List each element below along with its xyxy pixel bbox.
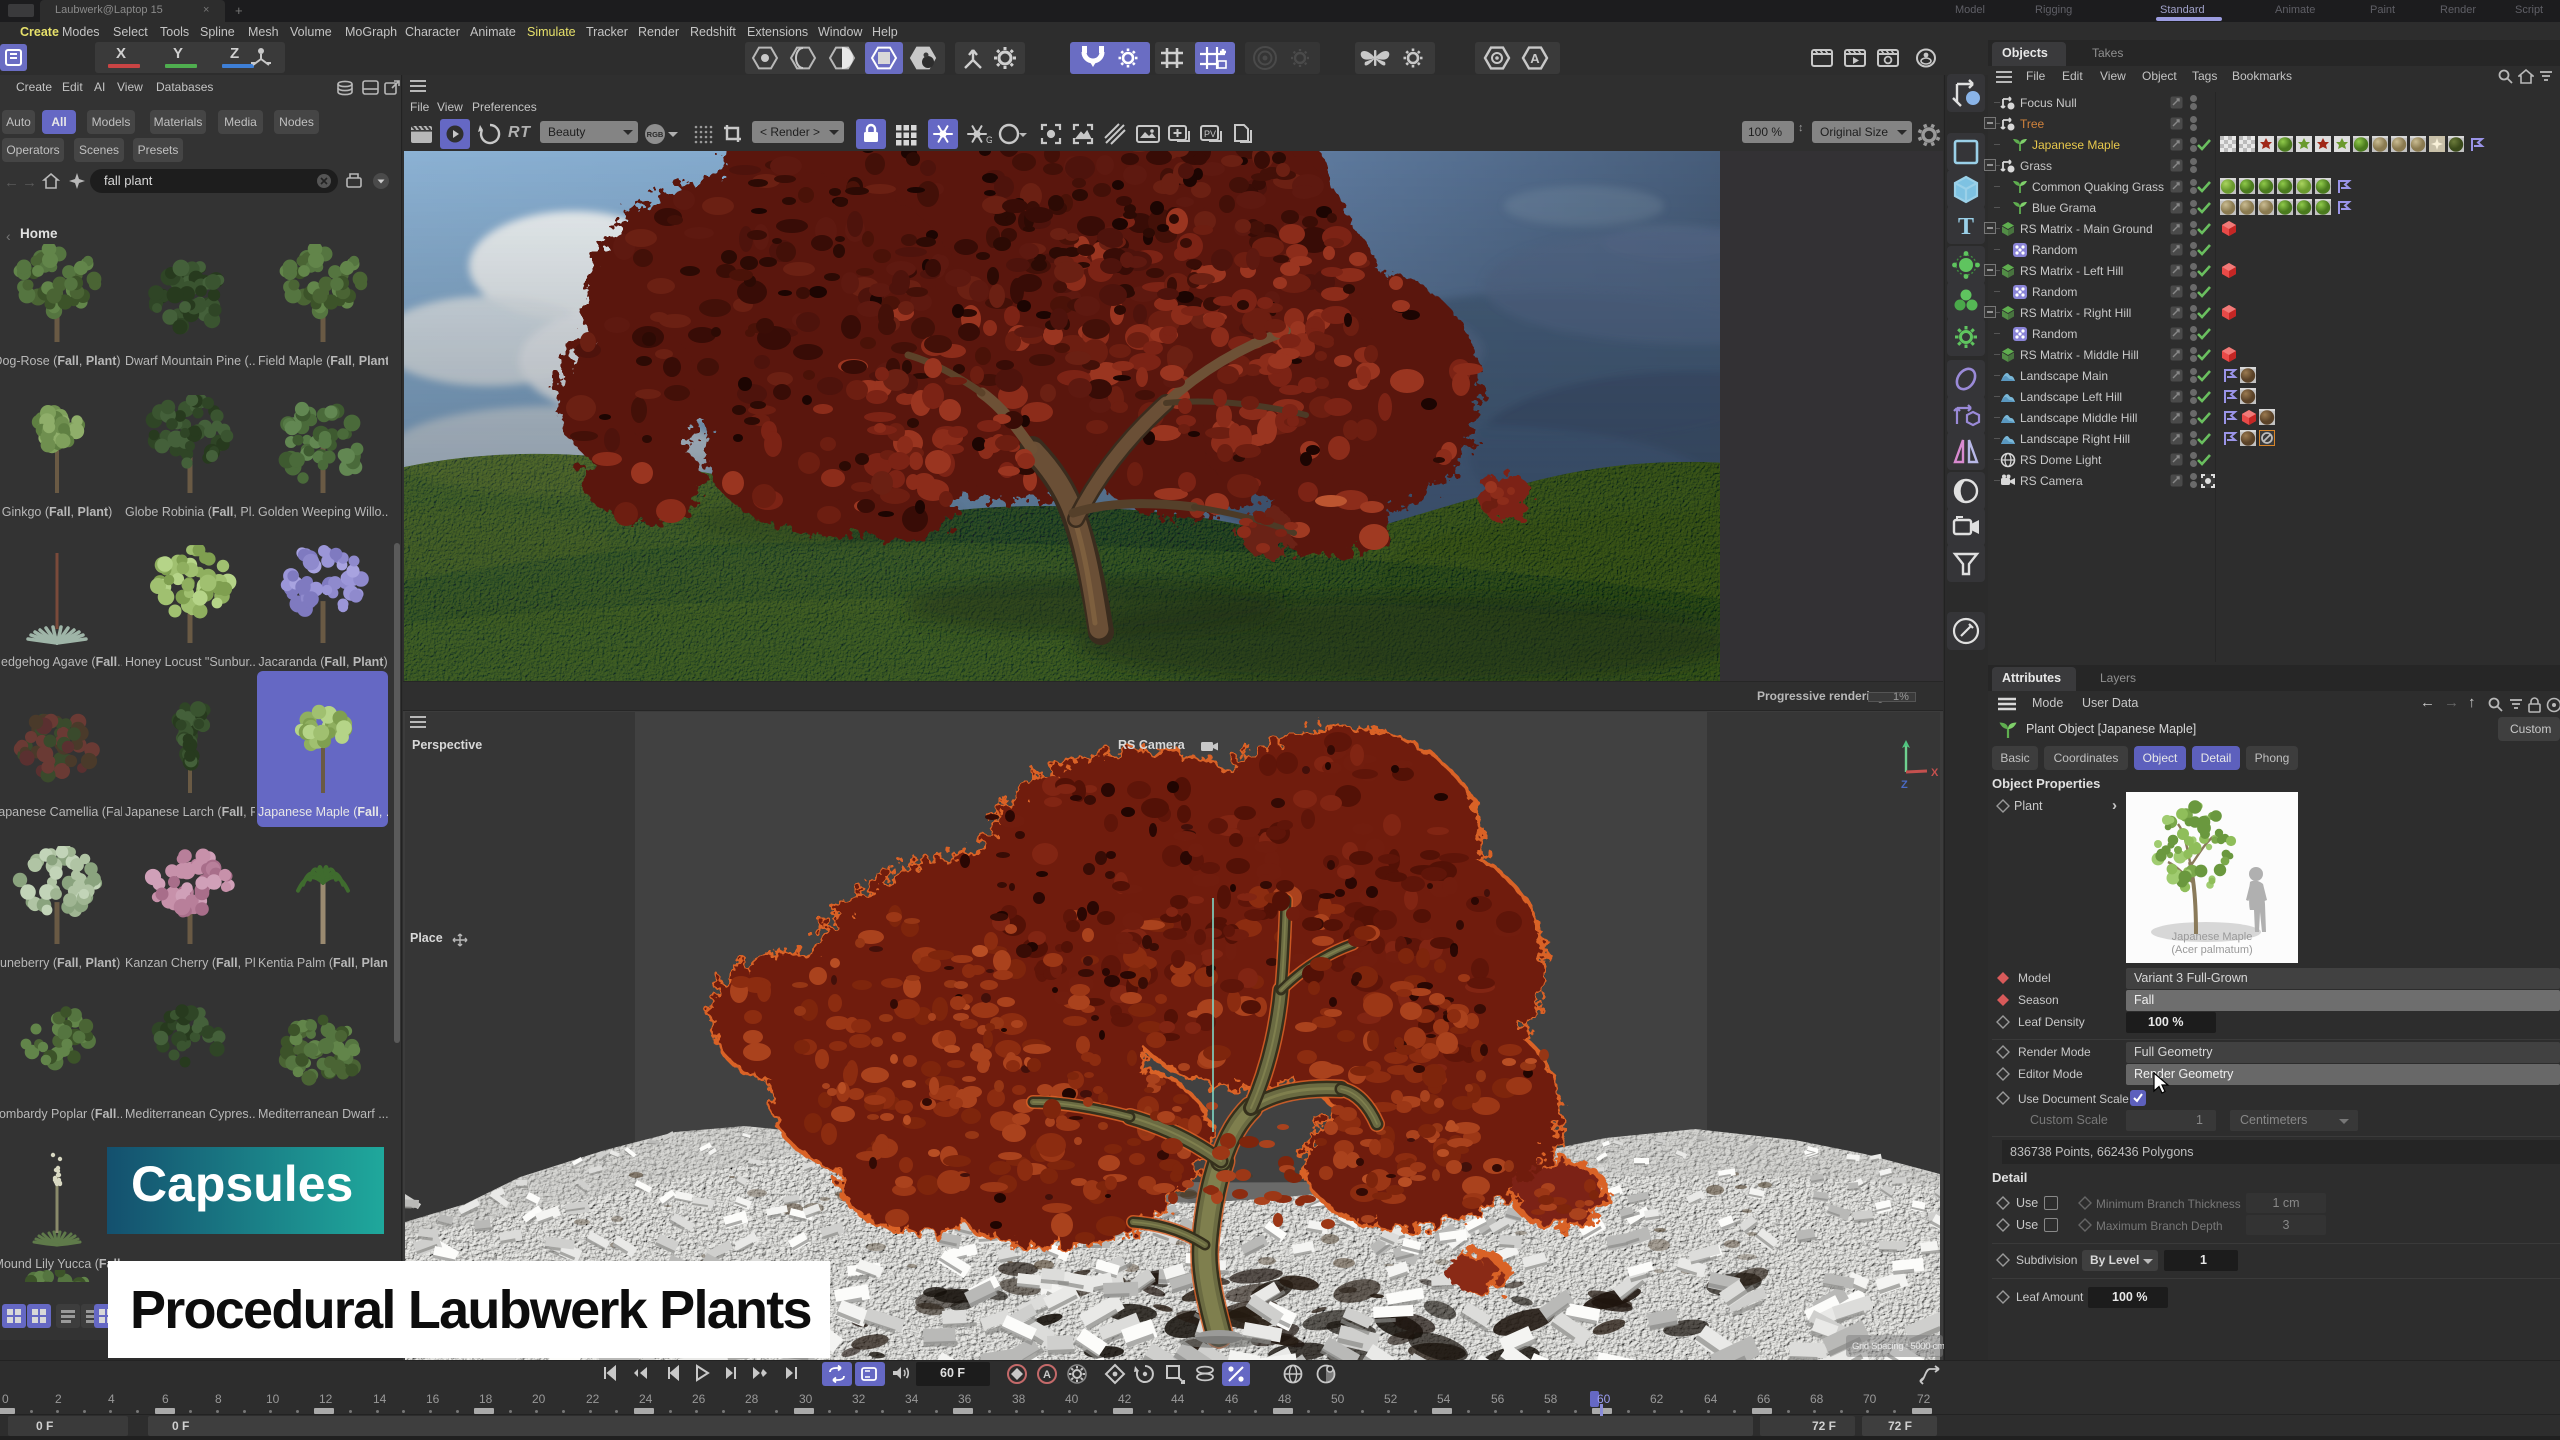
- svg-text:A: A: [1043, 1369, 1051, 1381]
- svg-text:G: G: [986, 135, 992, 145]
- svg-text:RGB: RGB: [647, 130, 664, 139]
- svg-text:T: T: [1958, 214, 1974, 240]
- svg-text:PV: PV: [1204, 129, 1216, 139]
- svg-text:Z: Z: [1901, 779, 1908, 791]
- svg-text:A: A: [1530, 51, 1540, 66]
- svg-text:Japanese Maple: Japanese Maple: [2172, 931, 2253, 943]
- svg-text:(Acer palmatum): (Acer palmatum): [2171, 944, 2252, 956]
- svg-text:X: X: [1931, 767, 1939, 779]
